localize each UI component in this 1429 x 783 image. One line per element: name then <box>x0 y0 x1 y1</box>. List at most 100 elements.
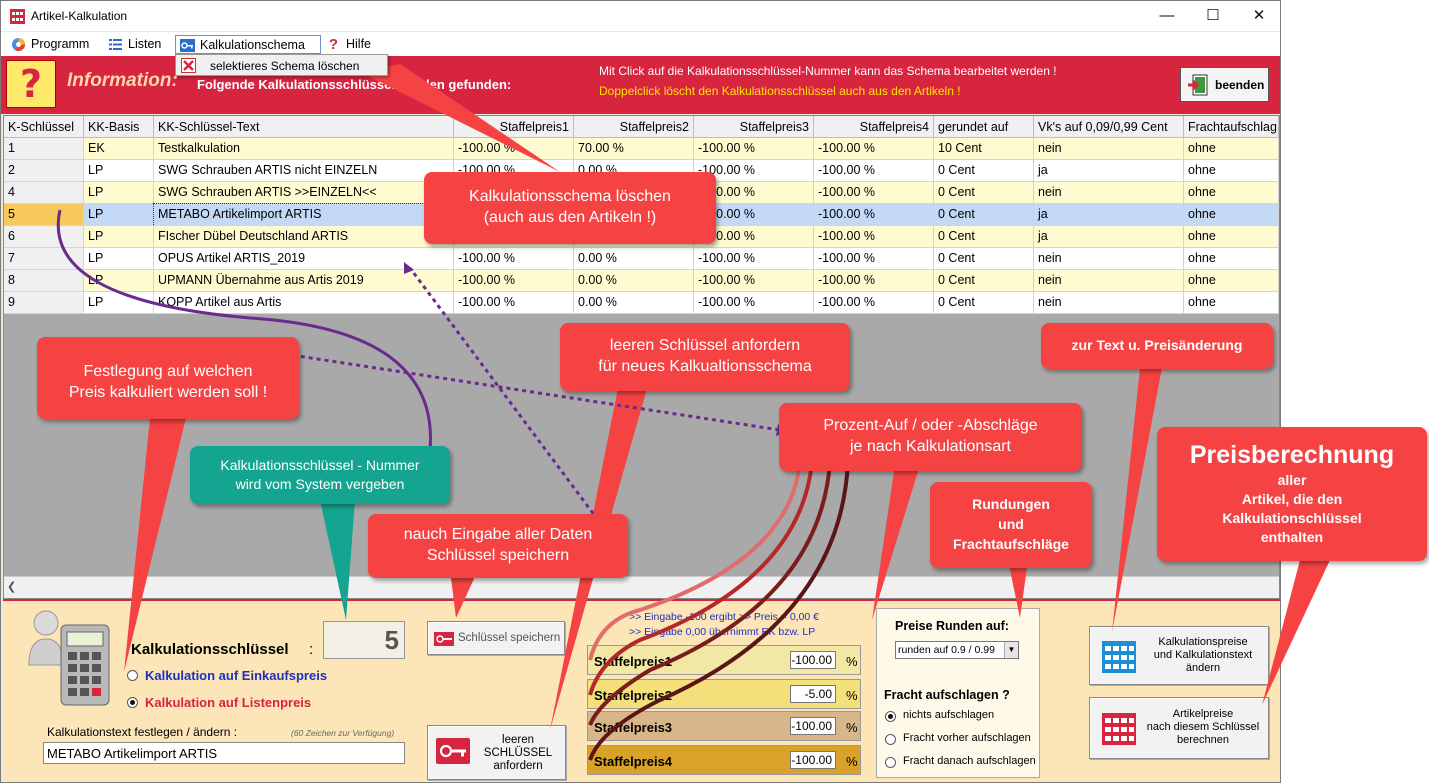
question-icon: ? <box>6 60 56 108</box>
table-cell: KOPP Artikel aus Artis <box>154 292 454 314</box>
menu-delete-schema[interactable]: selektieres Schema löschen <box>210 59 359 73</box>
column-header[interactable]: gerundet auf <box>934 116 1034 138</box>
staffel-input[interactable]: -100.00 <box>790 751 836 769</box>
delete-icon <box>181 58 196 73</box>
percent-label: % <box>846 654 858 669</box>
table-cell: LP <box>84 226 154 248</box>
table-cell: 10 Cent <box>934 138 1034 160</box>
key-number-cell[interactable]: 4 <box>4 182 84 204</box>
horizontal-scrollbar[interactable]: ❮ <box>4 576 1279 598</box>
radio-freight-before[interactable] <box>885 734 896 745</box>
table-row[interactable]: 1 EK Testkalkulation -100.00 % 70.00 % -100.0… <box>4 138 1279 160</box>
key-label-colon: : <box>309 641 314 658</box>
key-number-cell[interactable]: 7 <box>4 248 84 270</box>
radio-ek-label[interactable]: Kalkulation auf Einkaufspreis <box>145 668 327 683</box>
staffel-input[interactable]: -100.00 <box>790 651 836 669</box>
column-header[interactable]: Staffelpreis1 <box>454 116 574 138</box>
edit-panel: Kalkulationsschlüssel : 5 Schlüssel spei… <box>3 599 1280 782</box>
table-row[interactable]: 9 LP KOPP Artikel aus Artis -100.00 % 0.00 %… <box>4 292 1279 314</box>
callout-new-key: leeren Schlüssel anfordern für neues Kalk… <box>560 323 850 391</box>
table-cell: 0 Cent <box>934 204 1034 226</box>
table-cell: 0 Cent <box>934 292 1034 314</box>
exit-icon <box>1188 74 1208 96</box>
new-key-button-label: leeren SCHLÜSSEL anfordern <box>483 734 553 772</box>
table-cell: LP <box>84 248 154 270</box>
chevron-down-icon[interactable]: ▼ <box>1004 642 1018 658</box>
column-header[interactable]: Vk's auf 0,09/0,99 Cent <box>1034 116 1184 138</box>
maximize-button[interactable]: ☐ <box>1190 1 1236 31</box>
radio-ek[interactable] <box>127 670 138 681</box>
table-cell: -100.00 % <box>814 270 934 292</box>
column-header[interactable]: Staffelpreis2 <box>574 116 694 138</box>
table-cell: 0 Cent <box>934 248 1034 270</box>
staffel-input[interactable]: -100.00 <box>790 717 836 735</box>
save-key-button-label: Schlüssel speichern <box>458 632 561 644</box>
table-cell: SWG Schrauben ARTIS >>EINZELN<< <box>154 182 454 204</box>
help-icon: ? <box>328 36 339 53</box>
end-button-label: beenden <box>1215 78 1265 92</box>
column-header[interactable]: KK-Basis <box>84 116 154 138</box>
freight-option-none[interactable]: nichts aufschlagen <box>903 709 994 721</box>
menu-programm[interactable]: Programm <box>7 35 93 54</box>
column-header[interactable]: Frachtaufschlag <box>1184 116 1279 138</box>
column-header[interactable]: Staffelpreis4 <box>814 116 934 138</box>
table-cell: -100.00 % <box>694 292 814 314</box>
radio-lp[interactable] <box>127 697 138 708</box>
table-cell: LP <box>84 204 154 226</box>
key-number-cell[interactable]: 5 <box>4 204 84 226</box>
table-cell: Testkalkulation <box>154 138 454 160</box>
radio-lp-label[interactable]: Kalkulation auf Listenpreis <box>145 695 311 710</box>
menu-listen-label: Listen <box>128 37 162 51</box>
save-key-button[interactable]: Schlüssel speichern <box>427 621 565 655</box>
program-icon <box>12 38 26 52</box>
callout-text-price: zur Text u. Preisänderung <box>1041 323 1273 369</box>
column-header[interactable]: KK-Schlüssel-Text <box>154 116 454 138</box>
change-calc-text-button[interactable]: Kalkulationspreise und Kalkulationstext än… <box>1089 626 1269 685</box>
table-cell: -100.00 % <box>454 138 574 160</box>
freight-option-before[interactable]: Fracht vorher aufschlagen <box>903 732 1031 744</box>
info-hint-doubleclick: Doppelclick löscht den Kalkulationsschlü… <box>599 84 961 98</box>
key-number-cell[interactable]: 8 <box>4 270 84 292</box>
key-number-cell[interactable]: 9 <box>4 292 84 314</box>
table-row[interactable]: 8 LP UPMANN Übernahme aus Artis 2019 -100.0… <box>4 270 1279 292</box>
table-cell: METABO Artikelimport ARTIS <box>153 203 455 227</box>
table-cell: LP <box>84 292 154 314</box>
calc-prices-label: Artikelpreise nach diesem Schlüssel berech… <box>1146 708 1260 746</box>
table-cell: ja <box>1034 226 1184 248</box>
radio-freight-after[interactable] <box>885 757 896 768</box>
menu-kalkulationschema[interactable]: Kalkulationschema <box>175 35 321 54</box>
freight-option-after[interactable]: Fracht danach aufschlagen <box>903 755 1036 767</box>
key-icon <box>436 738 470 764</box>
scroll-left-icon[interactable]: ❮ <box>7 580 16 593</box>
radio-freight-none[interactable] <box>885 711 896 722</box>
staffel-label: Staffelpreis3 <box>594 720 673 735</box>
rounding-title: Preise Runden auf: <box>895 619 1009 633</box>
table-cell: 0.00 % <box>574 270 694 292</box>
menu-programm-label: Programm <box>31 37 90 51</box>
calc-prices-button[interactable]: Artikelpreise nach diesem Schlüssel berech… <box>1089 697 1269 759</box>
close-button[interactable]: ✕ <box>1236 1 1280 31</box>
table-cell: nein <box>1034 138 1184 160</box>
menu-hilfe[interactable]: ? Hilfe <box>322 35 375 54</box>
rounding-panel: Preise Runden auf: runden auf 0.9 / 0.99… <box>876 608 1040 778</box>
menu-listen[interactable]: Listen <box>104 35 165 54</box>
title-bar: Artikel-Kalkulation — ☐ ✕ <box>1 1 1280 31</box>
end-button[interactable]: beenden <box>1180 67 1269 102</box>
key-number-cell[interactable]: 1 <box>4 138 84 160</box>
key-number-cell[interactable]: 2 <box>4 160 84 182</box>
staffel-input[interactable]: -5.00 <box>790 685 836 703</box>
column-header[interactable]: K-Schlüssel <box>4 116 84 138</box>
key-icon <box>434 632 454 646</box>
rounding-select[interactable]: runden auf 0.9 / 0.99 ▼ <box>895 641 1019 659</box>
calc-grid-icon <box>1102 641 1136 673</box>
minimize-button[interactable]: — <box>1144 1 1190 31</box>
calc-text-input[interactable] <box>43 742 405 764</box>
new-key-button[interactable]: leeren SCHLÜSSEL anfordern <box>427 725 566 780</box>
table-cell: ja <box>1034 160 1184 182</box>
key-number-cell[interactable]: 6 <box>4 226 84 248</box>
table-cell: ohne <box>1184 182 1279 204</box>
column-header[interactable]: Staffelpreis3 <box>694 116 814 138</box>
table-cell: ohne <box>1184 226 1279 248</box>
staffel-row-2: Staffelpreis2 -5.00% <box>587 679 861 709</box>
table-row[interactable]: 7 LP OPUS Artikel ARTIS_2019 -100.00 % 0.00 … <box>4 248 1279 270</box>
